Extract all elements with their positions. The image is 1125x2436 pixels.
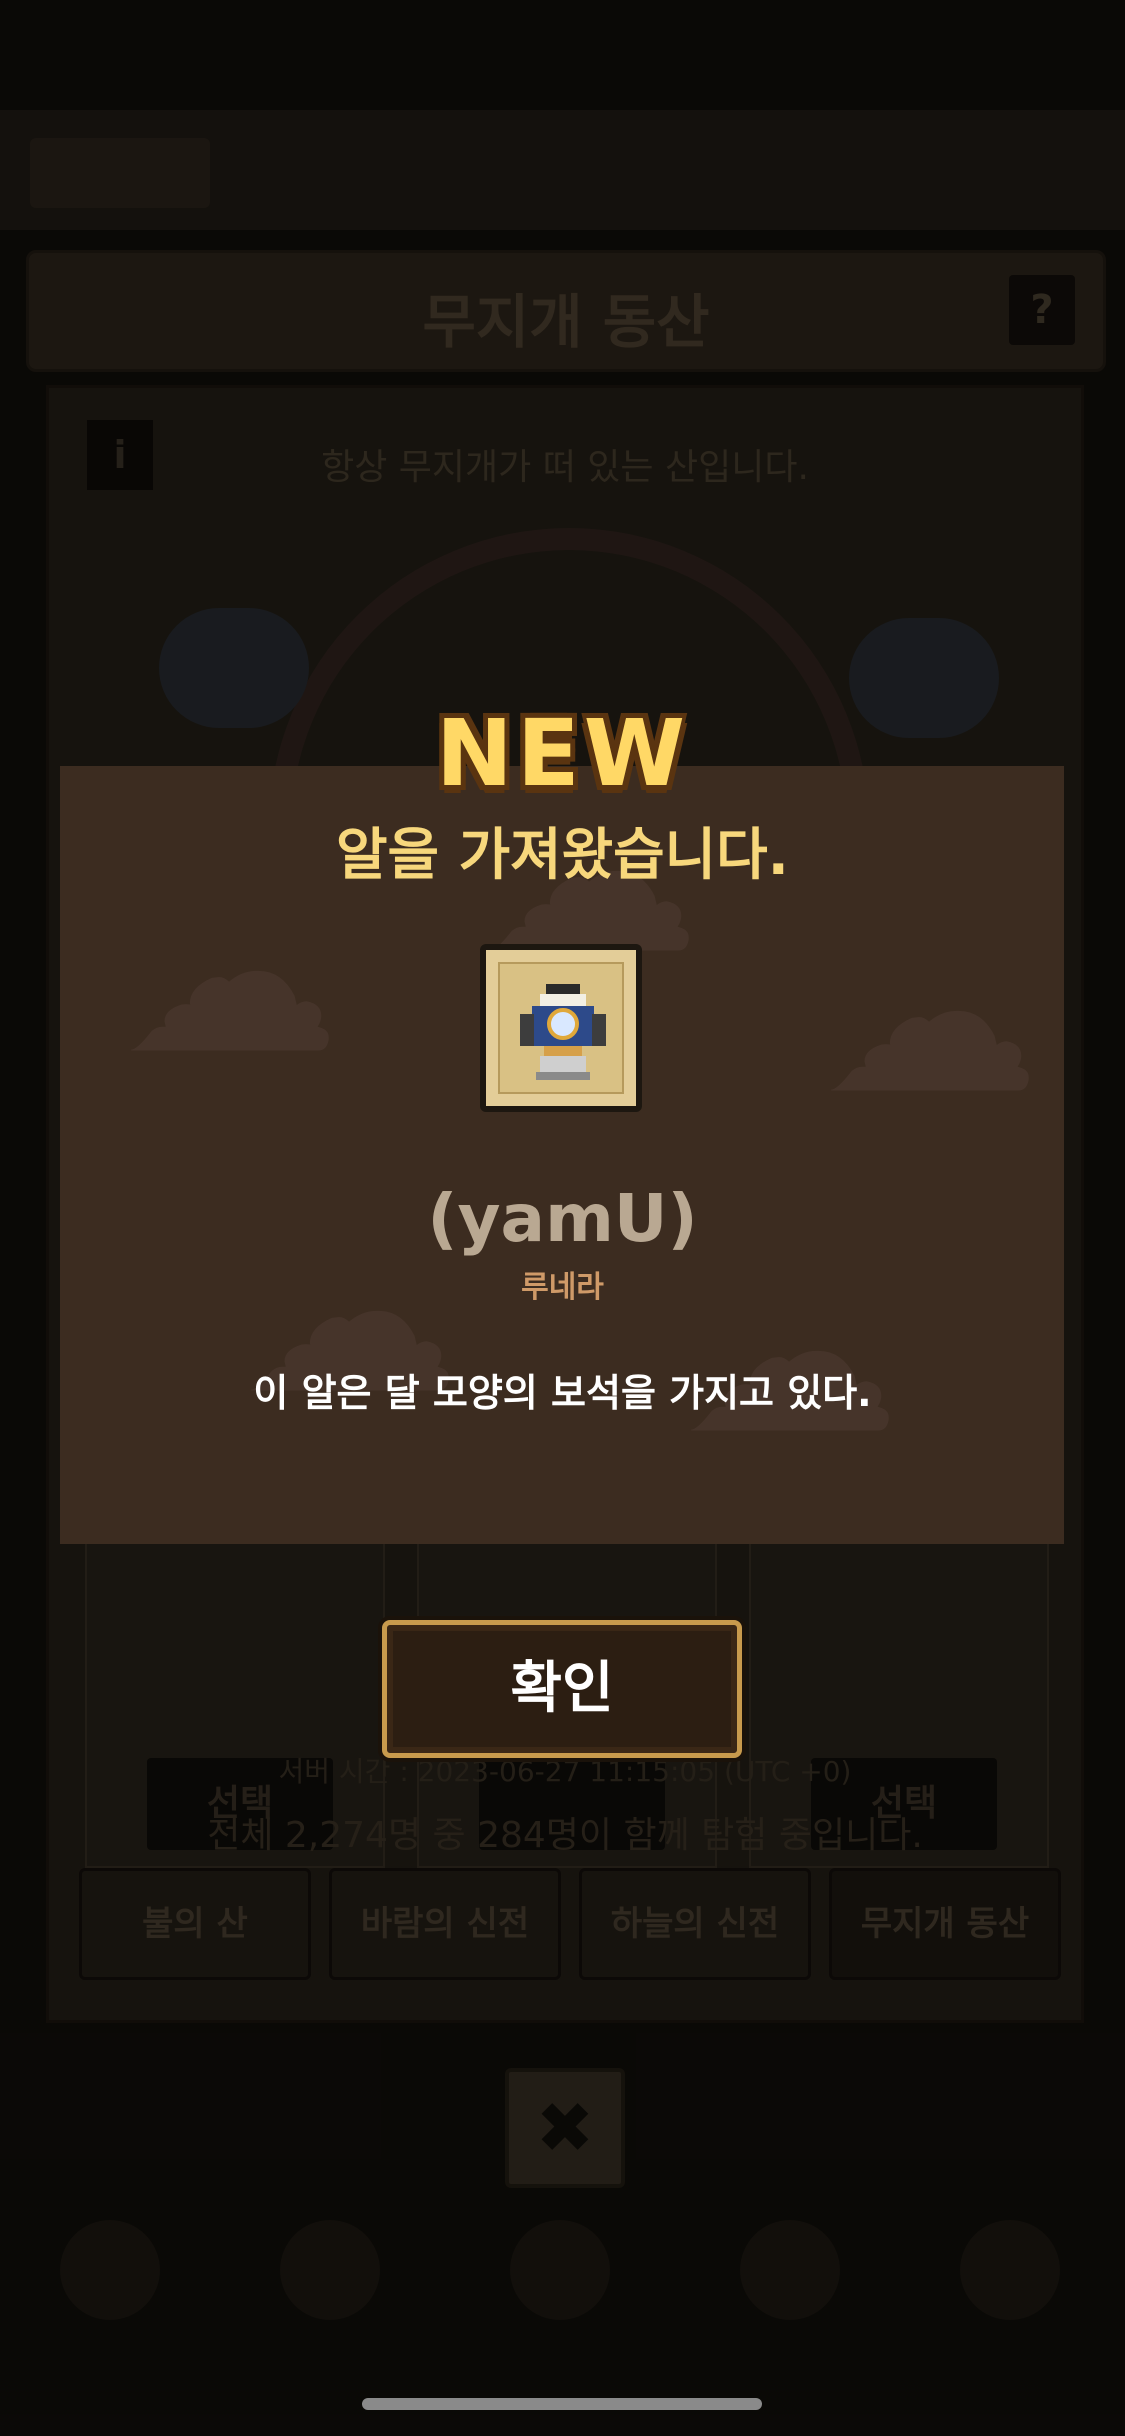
confirm-button[interactable]: 확인 [382, 1620, 742, 1758]
egg-description: 이 알은 달 모양의 보석을 가지고 있다. [253, 1371, 872, 1415]
confirm-button-label: 확인 [510, 1656, 614, 1721]
egg-subtitle: 루네라 [521, 1270, 604, 1305]
home-indicator[interactable] [362, 2398, 762, 2410]
reward-headline: 알을 가져왔습니다. [336, 823, 789, 888]
egg-card [480, 944, 642, 1112]
new-badge: NEW [435, 700, 690, 807]
egg-icon [498, 962, 624, 1094]
cloud-pattern: ☁ [820, 886, 1040, 1142]
egg-name: (yamU) [427, 1180, 698, 1257]
